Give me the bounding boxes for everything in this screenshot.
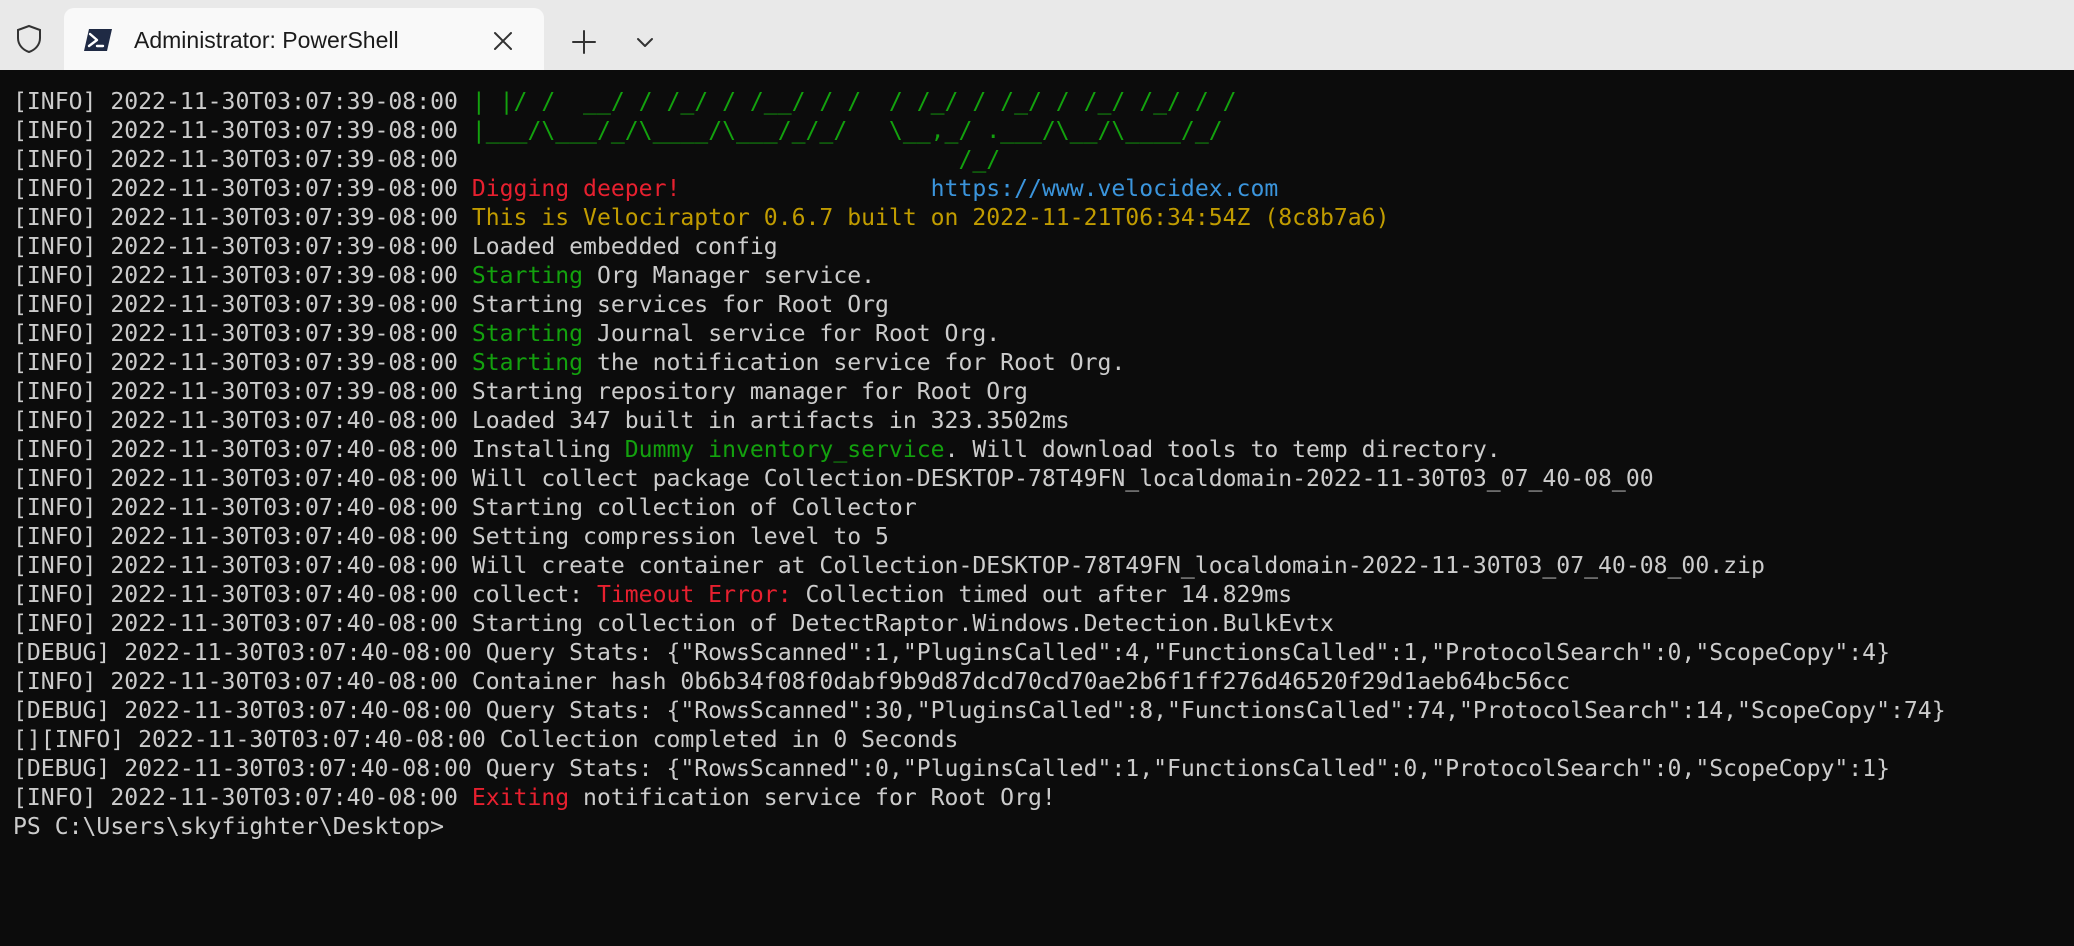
terminal-line: [INFO] 2022-11-30T03:07:39-08:00 Startin… [13,320,2074,349]
terminal-line: [INFO] 2022-11-30T03:07:39-08:00 Startin… [13,378,2074,407]
terminal-text: Starting [471,321,584,347]
terminal-line: [DEBUG] 2022-11-30T03:07:40-08:00 Query … [13,639,2074,668]
terminal-text: /_/ [471,147,1001,173]
terminal-text: Org Manager service. [583,263,876,289]
terminal-text: [INFO] 2022-11-30T03:07:40-08:00 Startin… [13,495,917,521]
terminal-text: [INFO] 2022-11-30T03:07:39-08:00 [13,321,472,347]
terminal-text: Dummy inventory_service [624,437,945,463]
terminal-text: [INFO] 2022-11-30T03:07:39-08:00 Loaded … [13,234,778,260]
terminal-text: [DEBUG] 2022-11-30T03:07:40-08:00 Query … [13,756,1890,782]
powershell-icon [84,29,112,51]
terminal-line: [INFO] 2022-11-30T03:07:40-08:00 Contain… [13,668,2074,697]
terminal-text: https://www.velocidex.com [930,176,1279,202]
terminal-line: [DEBUG] 2022-11-30T03:07:40-08:00 Query … [13,755,2074,784]
terminal-line: [INFO] 2022-11-30T03:07:40-08:00 Install… [13,436,2074,465]
terminal-text: PS C:\Users\skyfighter\Desktop> [13,814,445,840]
terminal-text: |___/\___/_/\____/\___/_/_/ \__,_/ .___/… [471,118,1223,144]
shield-icon [17,24,41,54]
terminal-text: [INFO] 2022-11-30T03:07:40-08:00 Loaded … [13,408,1070,434]
terminal-text: [INFO] 2022-11-30T03:07:40-08:00 Install… [13,437,625,463]
terminal-line: [][INFO] 2022-11-30T03:07:40-08:00 Colle… [13,726,2074,755]
terminal-text: [INFO] 2022-11-30T03:07:40-08:00 Setting… [13,524,889,550]
close-icon[interactable] [490,28,516,54]
terminal-text: the notification service for Root Org. [583,350,1126,376]
terminal-text: [DEBUG] 2022-11-30T03:07:40-08:00 Query … [13,640,1890,666]
terminal-line: [INFO] 2022-11-30T03:07:39-08:00 /_/ [13,146,2074,175]
terminal-text: Starting [471,263,584,289]
terminal-line: [INFO] 2022-11-30T03:07:39-08:00 Startin… [13,349,2074,378]
terminal-text: [INFO] 2022-11-30T03:07:39-08:00 [13,147,472,173]
terminal-text: | |/ / __/ / /_/ / /__/ / / / /_/ / /_/ … [471,89,1237,115]
terminal-text: [DEBUG] 2022-11-30T03:07:40-08:00 Query … [13,698,1946,724]
tab-title: Administrator: PowerShell [134,27,399,53]
terminal-line: [INFO] 2022-11-30T03:07:40-08:00 collect… [13,581,2074,610]
terminal-line: [INFO] 2022-11-30T03:07:40-08:00 Will co… [13,465,2074,494]
terminal-line: [DEBUG] 2022-11-30T03:07:40-08:00 Query … [13,697,2074,726]
terminal-text: notification service for Root Org! [569,785,1056,811]
terminal-text: [INFO] 2022-11-30T03:07:40-08:00 [13,785,472,811]
terminal-line: [INFO] 2022-11-30T03:07:40-08:00 Startin… [13,610,2074,639]
chevron-down-icon[interactable] [633,30,657,54]
terminal-text: [INFO] 2022-11-30T03:07:40-08:00 Will co… [13,466,1654,492]
terminal-line: [INFO] 2022-11-30T03:07:39-08:00 | |/ / … [13,88,2074,117]
terminal-line: [INFO] 2022-11-30T03:07:39-08:00 Startin… [13,262,2074,291]
terminal-text: [][INFO] 2022-11-30T03:07:40-08:00 Colle… [13,727,959,753]
terminal-prompt: PS C:\Users\skyfighter\Desktop> [13,813,2074,842]
terminal-line: [INFO] 2022-11-30T03:07:40-08:00 Exiting… [13,784,2074,813]
terminal-line: [INFO] 2022-11-30T03:07:40-08:00 Will cr… [13,552,2074,581]
terminal-text: Starting [471,350,584,376]
terminal-text: Journal service for Root Org. [583,321,1001,347]
terminal-text: [INFO] 2022-11-30T03:07:39-08:00 [13,350,472,376]
terminal-text: Digging deeper! [471,176,681,202]
title-bar: Administrator: PowerShell [0,0,2074,70]
terminal-line: [INFO] 2022-11-30T03:07:39-08:00 |___/\_… [13,117,2074,146]
terminal-text: Exiting [471,785,570,811]
terminal-text: [INFO] 2022-11-30T03:07:39-08:00 Startin… [13,379,1028,405]
terminal-text: [INFO] 2022-11-30T03:07:39-08:00 Startin… [13,292,889,318]
plus-icon[interactable] [569,27,599,57]
terminal-line: [INFO] 2022-11-30T03:07:39-08:00 Loaded … [13,233,2074,262]
terminal-text: [INFO] 2022-11-30T03:07:39-08:00 [13,263,472,289]
terminal-output[interactable]: [INFO] 2022-11-30T03:07:39-08:00 | |/ / … [0,88,2074,946]
terminal-text: [INFO] 2022-11-30T03:07:40-08:00 Startin… [13,611,1334,637]
terminal-line: [INFO] 2022-11-30T03:07:40-08:00 Startin… [13,494,2074,523]
powershell-window: Administrator: PowerShell [INFO] 2022-11… [0,0,2074,946]
terminal-text: [INFO] 2022-11-30T03:07:40-08:00 collect… [13,582,597,608]
terminal-text: [INFO] 2022-11-30T03:07:39-08:00 [13,176,472,202]
terminal-line: [INFO] 2022-11-30T03:07:40-08:00 Setting… [13,523,2074,552]
tab-powershell[interactable]: Administrator: PowerShell [64,8,544,70]
terminal-text: [INFO] 2022-11-30T03:07:39-08:00 [13,205,472,231]
terminal-text: [INFO] 2022-11-30T03:07:40-08:00 Contain… [13,669,1571,695]
terminal-text: . Will download tools to temp directory. [944,437,1501,463]
terminal-text: Timeout Error: [596,582,792,608]
terminal-text: [INFO] 2022-11-30T03:07:39-08:00 [13,89,472,115]
terminal-line: [INFO] 2022-11-30T03:07:39-08:00 Startin… [13,291,2074,320]
terminal-text: This is Velociraptor 0.6.7 built on 2022… [471,205,1390,231]
terminal-text: [INFO] 2022-11-30T03:07:39-08:00 [13,118,472,144]
terminal-line: [INFO] 2022-11-30T03:07:39-08:00 Digging… [13,175,2074,204]
terminal-text: [INFO] 2022-11-30T03:07:40-08:00 Will cr… [13,553,1765,579]
terminal-line: [INFO] 2022-11-30T03:07:40-08:00 Loaded … [13,407,2074,436]
terminal-text: Collection timed out after 14.829ms [791,582,1293,608]
terminal-line: [INFO] 2022-11-30T03:07:39-08:00 This is… [13,204,2074,233]
